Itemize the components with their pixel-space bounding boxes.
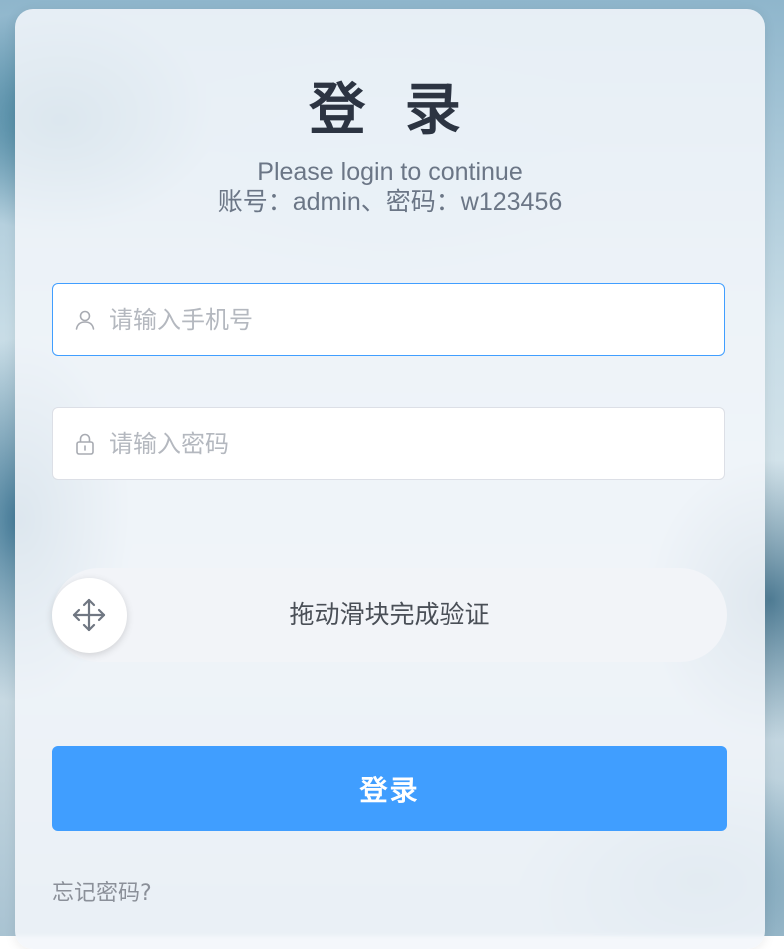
slider-handle[interactable] [52, 578, 127, 653]
password-input[interactable] [109, 408, 709, 479]
forgot-password-link[interactable]: 忘记密码? [52, 875, 152, 907]
password-field[interactable] [52, 407, 725, 480]
login-card: 登 录 Please login to continue 账号：admin、密码… [15, 9, 765, 949]
credentials-hint: 账号：admin、密码：w123456 [217, 188, 563, 216]
page-title: 登 录 [309, 78, 471, 143]
lock-icon [76, 433, 94, 455]
user-icon [75, 310, 95, 330]
slider-hint-text: 拖动滑块完成验证 [289, 600, 490, 629]
move-arrows-icon [72, 598, 106, 632]
login-subtitle: Please login to continue [257, 158, 523, 186]
phone-field[interactable] [52, 283, 725, 356]
login-button[interactable]: 登录 [52, 746, 727, 831]
slider-captcha: 拖动滑块完成验证 [52, 568, 727, 662]
phone-input[interactable] [109, 284, 709, 355]
